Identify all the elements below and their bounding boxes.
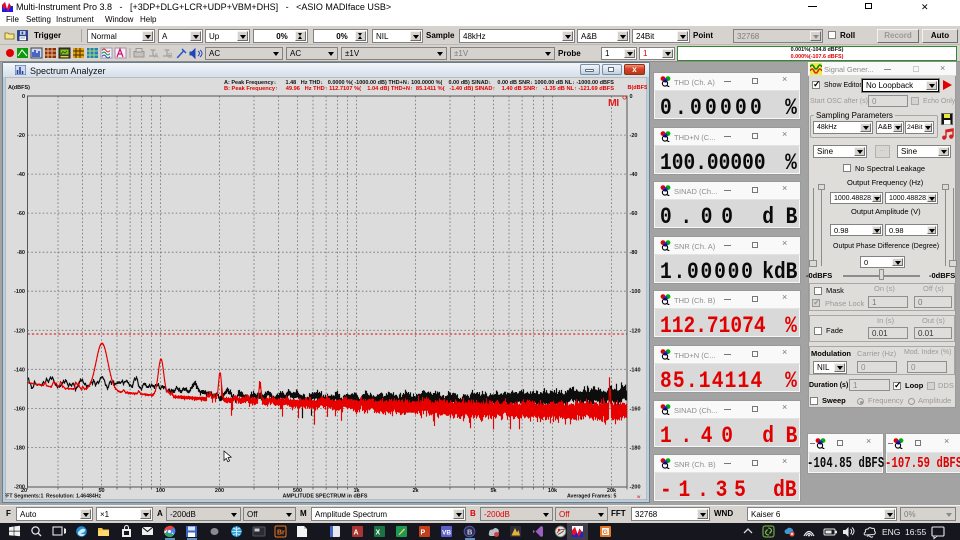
svg-text:P: P	[421, 530, 426, 537]
svg-text:FFT Segments:1: FFT Segments:1	[5, 494, 43, 500]
svg-text:-160: -160	[630, 406, 641, 412]
svg-text:Averaged Frames: 5: Averaged Frames: 5	[567, 494, 617, 500]
svg-text:Resolution: 1.46484Hz: Resolution: 1.46484Hz	[46, 494, 101, 500]
svg-text:-200: -200	[630, 485, 641, 491]
svg-text:-140: -140	[630, 367, 641, 373]
svg-text:-120: -120	[630, 328, 641, 334]
svg-text:-180: -180	[630, 445, 641, 451]
svg-text:0: 0	[22, 94, 25, 100]
svg-text:G: G	[603, 529, 608, 536]
svg-text:MI: MI	[608, 97, 619, 109]
svg-text:B: Peak Frequency↑ 49.96: B: Peak Frequency↑ 49.96 Hz THD↑ 112.710…	[224, 86, 615, 92]
svg-text:A: A	[154, 53, 159, 60]
svg-text:5k: 5k	[490, 488, 497, 494]
svg-text:-80: -80	[17, 250, 25, 256]
svg-text:Br: Br	[277, 530, 285, 537]
svg-text:-160: -160	[14, 406, 25, 412]
svg-text:-60: -60	[17, 211, 25, 217]
svg-text:AMPLITUDE SPECTRUM in dBFS: AMPLITUDE SPECTRUM in dBFS	[282, 494, 367, 500]
svg-text:A: A	[354, 530, 359, 537]
svg-text:-140: -140	[14, 367, 25, 373]
svg-text:-80: -80	[630, 250, 638, 256]
svg-text:10k: 10k	[548, 488, 558, 494]
svg-text:-20: -20	[630, 133, 638, 139]
svg-text:B: B	[467, 528, 473, 537]
svg-text:ENG: ENG	[882, 527, 900, 537]
svg-text:B(dBFS): B(dBFS)	[628, 85, 648, 91]
svg-text:A(dBFS): A(dBFS)	[8, 85, 30, 91]
svg-text:-100: -100	[14, 289, 25, 295]
svg-text:-100: -100	[630, 289, 641, 295]
svg-text:-40: -40	[17, 172, 25, 178]
svg-text:B: B	[168, 53, 173, 60]
svg-text:-180: -180	[14, 445, 25, 451]
svg-text:16:55: 16:55	[905, 527, 927, 537]
svg-text:0: 0	[630, 94, 633, 100]
svg-text:VB: VB	[442, 530, 451, 537]
svg-text:X: X	[376, 530, 381, 537]
svg-text:-120: -120	[14, 328, 25, 334]
svg-text:-40: -40	[630, 172, 638, 178]
svg-text:2k: 2k	[412, 488, 419, 494]
svg-text:-20: -20	[17, 133, 25, 139]
svg-text:-60: -60	[630, 211, 638, 217]
